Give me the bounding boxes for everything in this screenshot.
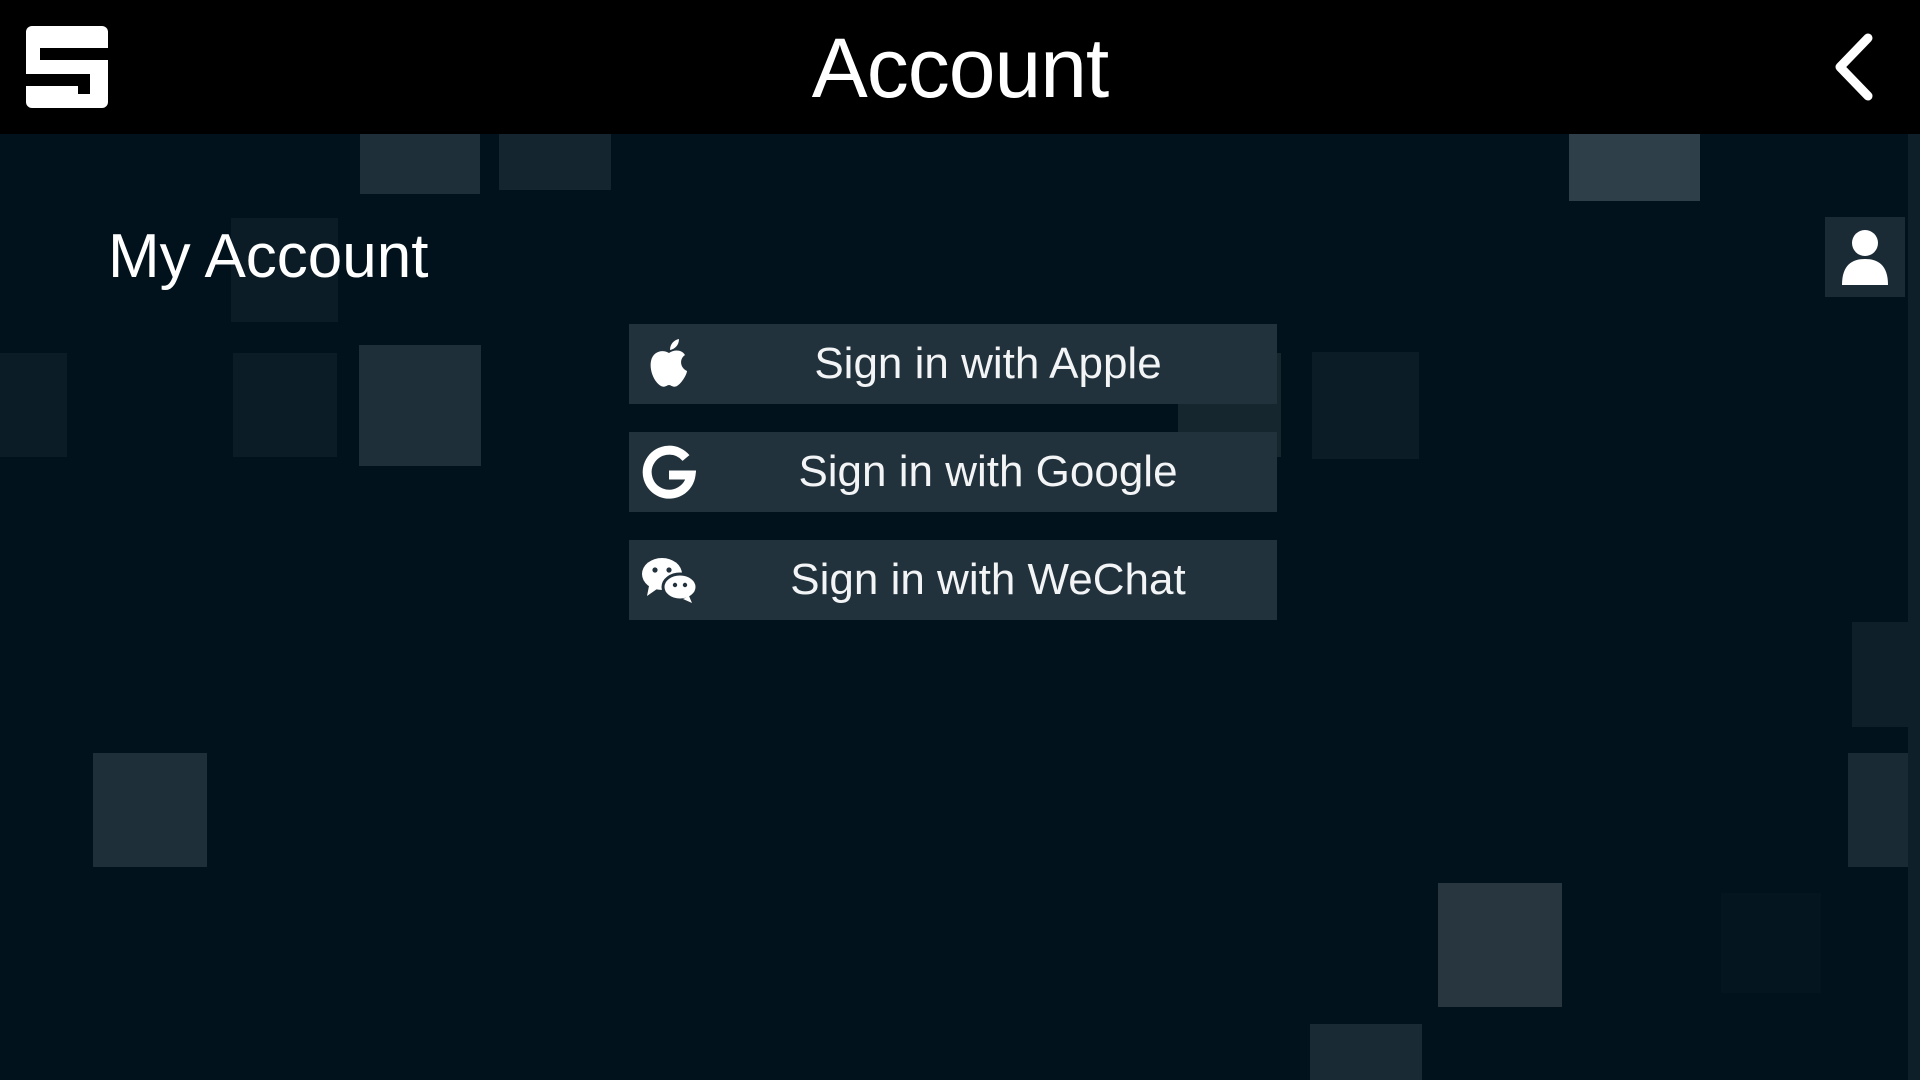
bg-tile <box>233 353 337 457</box>
bg-tile <box>1310 1024 1422 1080</box>
bg-tile <box>1312 352 1419 459</box>
sign-in-google-button[interactable]: Sign in with Google <box>629 432 1277 512</box>
bg-tile <box>359 345 481 466</box>
bg-tile <box>360 134 480 194</box>
scrollbar-track[interactable] <box>1908 134 1920 1080</box>
signin-options: Sign in with Apple Sign in with Google S… <box>629 324 1277 648</box>
section-heading: My Account <box>108 222 429 291</box>
account-screen: Account My Account Sign in with Apple Si… <box>0 0 1920 1080</box>
sign-in-google-label: Sign in with Google <box>798 447 1178 496</box>
bg-tile <box>93 753 207 867</box>
bg-tile <box>1569 134 1700 201</box>
sign-in-wechat-label: Sign in with WeChat <box>790 555 1186 604</box>
profile-button[interactable] <box>1825 217 1905 297</box>
sign-in-apple-label: Sign in with Apple <box>814 339 1162 388</box>
sign-in-wechat-button[interactable]: Sign in with WeChat <box>629 540 1277 620</box>
bg-tile <box>1721 893 1821 993</box>
bg-tile <box>0 353 67 457</box>
bg-tile <box>499 134 611 190</box>
back-button[interactable] <box>1810 22 1900 112</box>
user-icon <box>1842 230 1888 285</box>
page-title: Account <box>811 21 1110 115</box>
top-bar: Account <box>0 0 1920 134</box>
chevron-left-icon <box>1835 33 1873 101</box>
bg-tile <box>1438 883 1562 1007</box>
sign-in-apple-button[interactable]: Sign in with Apple <box>629 324 1277 404</box>
